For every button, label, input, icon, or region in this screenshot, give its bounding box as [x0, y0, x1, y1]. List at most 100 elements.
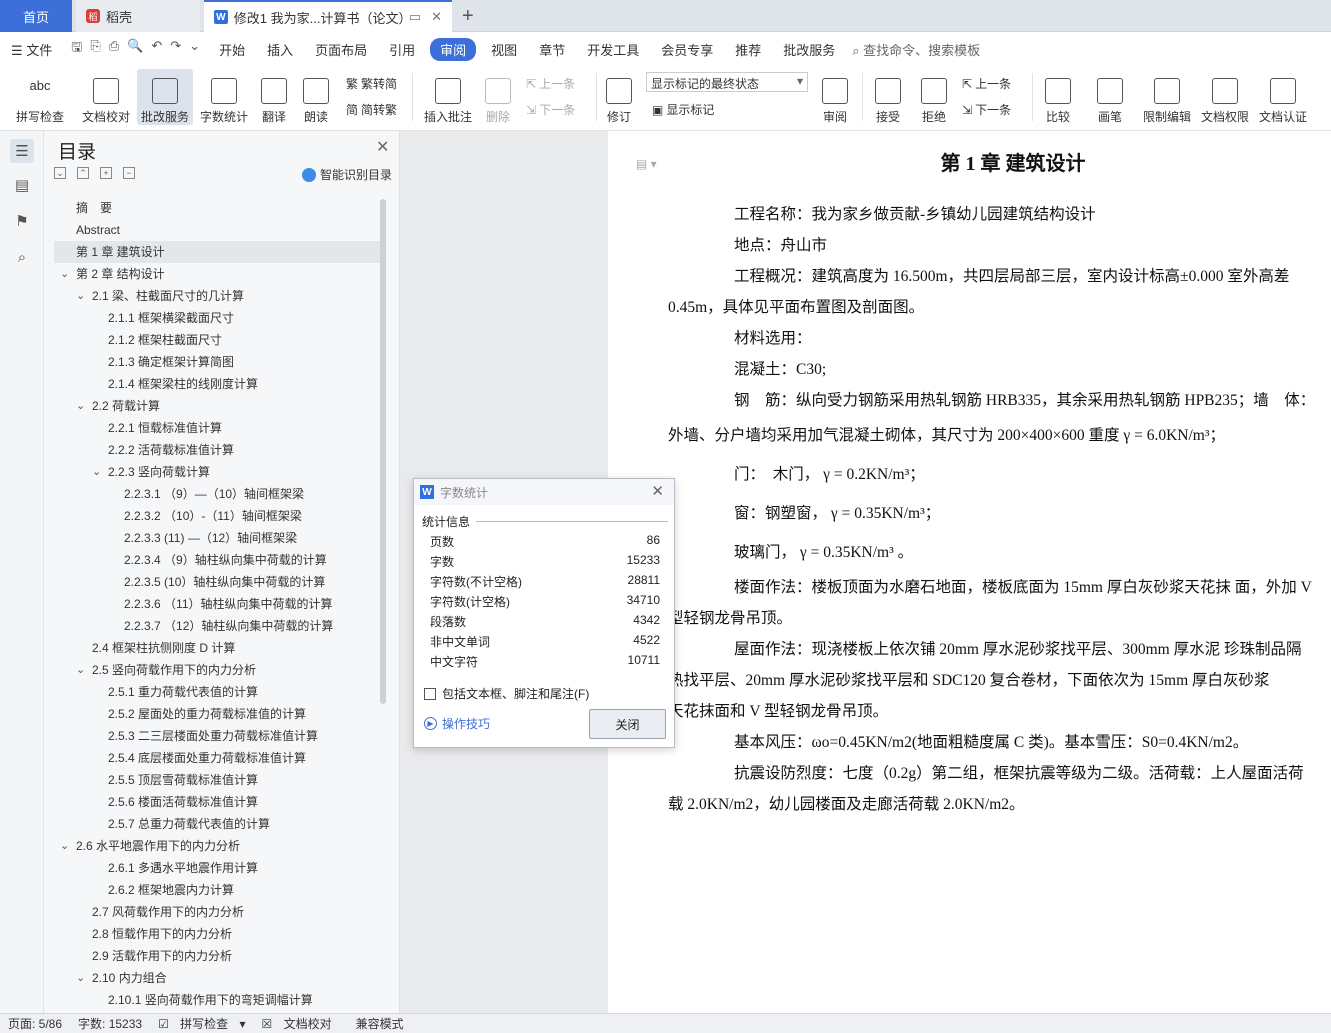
new-tab-icon[interactable]: + [462, 5, 474, 28]
redo-icon[interactable]: ↷ [170, 38, 181, 60]
undo-icon[interactable]: ↶ [151, 38, 162, 60]
toc-item[interactable]: 摘 要 [54, 197, 380, 219]
preview-icon[interactable]: 🔍 [127, 38, 143, 60]
expand-chevron-icon[interactable]: ⌄ [92, 461, 101, 483]
toc-item[interactable]: 2.2.1 恒载标准值计算 [54, 417, 380, 439]
toc-item[interactable]: 2.5.2 屋面处的重力荷载标准值的计算 [54, 703, 380, 725]
toc-item[interactable]: 2.10.1 竖向荷载作用下的弯矩调幅计算 [54, 989, 380, 1011]
show-markup-button[interactable]: ▣ 显示标记 [652, 101, 714, 118]
tab-daoke[interactable]: 稻 稻壳 [76, 0, 200, 32]
toc-item[interactable]: ⌄ 2.2 荷载计算 [54, 395, 380, 417]
expand-chevron-icon[interactable]: ⌄ [76, 395, 85, 417]
toc-item[interactable]: ⌄ 2.10 内力组合 [54, 967, 380, 989]
toc-item[interactable]: 2.1.3 确定框架计算简图 [54, 351, 380, 373]
expand-chevron-icon[interactable]: ⌄ [76, 967, 85, 989]
tab-home[interactable]: 首页 [0, 0, 72, 32]
reject-button[interactable]: 拒绝 [916, 69, 952, 125]
menu-chapter[interactable]: 章节 [528, 40, 576, 59]
menu-insert[interactable]: 插入 [256, 40, 304, 59]
expand-chevron-icon[interactable]: ⌄ [76, 659, 85, 681]
menu-view[interactable]: 视图 [480, 40, 528, 59]
next-comment-button[interactable]: ⇲ 下一条 [526, 101, 575, 118]
toc-scrollbar[interactable] [380, 199, 386, 704]
toc-item[interactable]: 2.5.4 底层楼面处重力荷载标准值计算 [54, 747, 380, 769]
command-search[interactable]: ⌕ 查找命令、搜索模板 [852, 40, 980, 59]
menu-correct[interactable]: 批改服务 [772, 40, 846, 59]
word-count-button[interactable]: 字数统计 [198, 69, 250, 125]
dialog-close-button[interactable]: 关闭 [589, 709, 666, 739]
toc-item[interactable]: ⌄ 2.1 梁、柱截面尺寸的几计算 [54, 285, 380, 307]
review-pane-button[interactable]: 审阅 [818, 69, 852, 125]
toc-panel-icon[interactable]: ☰ [10, 139, 34, 163]
accept-button[interactable]: 接受 [870, 69, 906, 125]
status-proofread[interactable]: ☒ 文档校对 [254, 1015, 348, 1032]
next-change-button[interactable]: ⇲ 下一条 [962, 101, 1011, 118]
toc-item[interactable]: 2.5.5 顶层雪荷载标准值计算 [54, 769, 380, 791]
dialog-close-icon[interactable]: ✕ [651, 482, 664, 500]
menu-reference[interactable]: 引用 [378, 40, 426, 59]
tips-link[interactable]: ▶ 操作技巧 [424, 715, 490, 732]
page-indicator[interactable]: 页面: 5/86 [0, 1015, 70, 1032]
markup-state-select[interactable]: 显示标记的最终状态 [646, 72, 808, 92]
toc-item[interactable]: 2.2.3.2 （10）-（11）轴间框架梁 [54, 505, 380, 527]
simp-to-trad-button[interactable]: 简简转繁 [346, 101, 397, 118]
toc-item[interactable]: 第 1 章 建筑设计 [54, 241, 380, 263]
delete-comment-button[interactable]: 删除 [480, 69, 516, 125]
expand-chevron-icon[interactable]: ⌄ [60, 835, 69, 857]
toc-item[interactable]: 2.9 活载作用下的内力分析 [54, 945, 380, 967]
document-body[interactable]: 工程名称：我为家乡做贡献-乡镇幼儿园建筑结构设计 地点：舟山市 工程概况：建筑高度为… [668, 199, 1331, 820]
menu-dev[interactable]: 开发工具 [576, 40, 650, 59]
tab-close-icon[interactable]: ✕ [431, 9, 442, 25]
add-heading-icon[interactable]: + [100, 167, 112, 179]
insert-comment-button[interactable]: 插入批注 [422, 69, 474, 125]
toc-item[interactable]: ⌄ 2.2.3 竖向荷载计算 [54, 461, 380, 483]
find-icon[interactable]: ⌕ [10, 245, 34, 269]
spell-check-button[interactable]: abc 拼写检查 [10, 69, 70, 125]
toc-item[interactable]: 2.2.3.5 (10）轴柱纵向集中荷载的计算 [54, 571, 380, 593]
toc-item[interactable]: 2.4 框架柱抗侧刚度 D 计算 [54, 637, 380, 659]
doc-certify-button[interactable]: 文档认证 [1258, 69, 1308, 125]
menu-layout[interactable]: 页面布局 [304, 40, 378, 59]
toc-item[interactable]: 2.2.3.4 （9）轴柱纵向集中荷载的计算 [54, 549, 380, 571]
file-menu[interactable]: ☰ 文件 [0, 40, 63, 59]
toc-item[interactable]: 2.2.3.3 (11) —（12）轴间框架梁 [54, 527, 380, 549]
menu-recommend[interactable]: 推荐 [724, 40, 772, 59]
toc-item[interactable]: 2.8 恒载作用下的内力分析 [54, 923, 380, 945]
tab-monitor-icon[interactable]: ▭ [409, 9, 421, 25]
toc-close-icon[interactable]: ✕ [376, 137, 389, 157]
translate-button[interactable]: 翻译 [256, 69, 292, 125]
toc-item[interactable]: 2.2.3.6 （11）轴柱纵向集中荷载的计算 [54, 593, 380, 615]
expand-chevron-icon[interactable]: ⌄ [60, 263, 69, 285]
print-icon[interactable]: ⎙ [109, 38, 119, 60]
correction-service-button[interactable]: 批改服务 [137, 69, 193, 125]
export-icon[interactable]: ⎘ [90, 38, 100, 60]
document-page[interactable]: ▤ ▾ 第 1 章 建筑设计 工程名称：我为家乡做贡献-乡镇幼儿园建筑结构设计地… [608, 131, 1331, 1013]
chapter-nav-icon[interactable]: ▤ [10, 173, 34, 197]
toc-item[interactable]: 2.6.1 多遇水平地震作用计算 [54, 857, 380, 879]
toc-item[interactable]: ⌄ 2.6 水平地震作用下的内力分析 [54, 835, 380, 857]
toc-item[interactable]: 2.2.3.7 （12）轴柱纵向集中荷载的计算 [54, 615, 380, 637]
menu-member[interactable]: 会员专享 [650, 40, 724, 59]
toc-item[interactable]: 2.7 风荷载作用下的内力分析 [54, 901, 380, 923]
prev-comment-button[interactable]: ⇱ 上一条 [526, 75, 575, 92]
menu-review[interactable]: 审阅 [430, 37, 477, 61]
status-spell-check[interactable]: ☑ 拼写检查 ▾ [150, 1015, 253, 1032]
toc-item[interactable]: 2.2.2 活荷载标准值计算 [54, 439, 380, 461]
remove-heading-icon[interactable]: − [123, 167, 135, 179]
read-aloud-button[interactable]: 朗读 [300, 69, 332, 125]
toc-item[interactable]: 2.2.3.1 （9）—（10）轴间框架梁 [54, 483, 380, 505]
smart-toc-button[interactable]: 智能识别目录 [302, 166, 392, 183]
trad-to-simp-button[interactable]: 繁繁转简 [346, 75, 397, 92]
prev-change-button[interactable]: ⇱ 上一条 [962, 75, 1011, 92]
toc-item[interactable]: 2.5.7 总重力荷载代表值的计算 [54, 813, 380, 835]
compare-button[interactable]: 比较 [1038, 69, 1078, 125]
toc-item[interactable]: 2.5.6 楼面活荷载标准值计算 [54, 791, 380, 813]
toc-item[interactable]: ⌄ 2.5 竖向荷载作用下的内力分析 [54, 659, 380, 681]
toc-item[interactable]: 2.5.1 重力荷载代表值的计算 [54, 681, 380, 703]
toc-item[interactable]: 2.1.4 框架梁柱的线刚度计算 [54, 373, 380, 395]
toc-item[interactable]: 2.1.1 框架横梁截面尺寸 [54, 307, 380, 329]
expand-chevron-icon[interactable]: ⌄ [76, 285, 85, 307]
toc-item[interactable]: 2.1.2 框架柱截面尺寸 [54, 329, 380, 351]
word-count-indicator[interactable]: 字数: 15233 [70, 1015, 150, 1032]
include-textbox-checkbox[interactable]: 包括文本框、脚注和尾注(F) [424, 685, 589, 702]
